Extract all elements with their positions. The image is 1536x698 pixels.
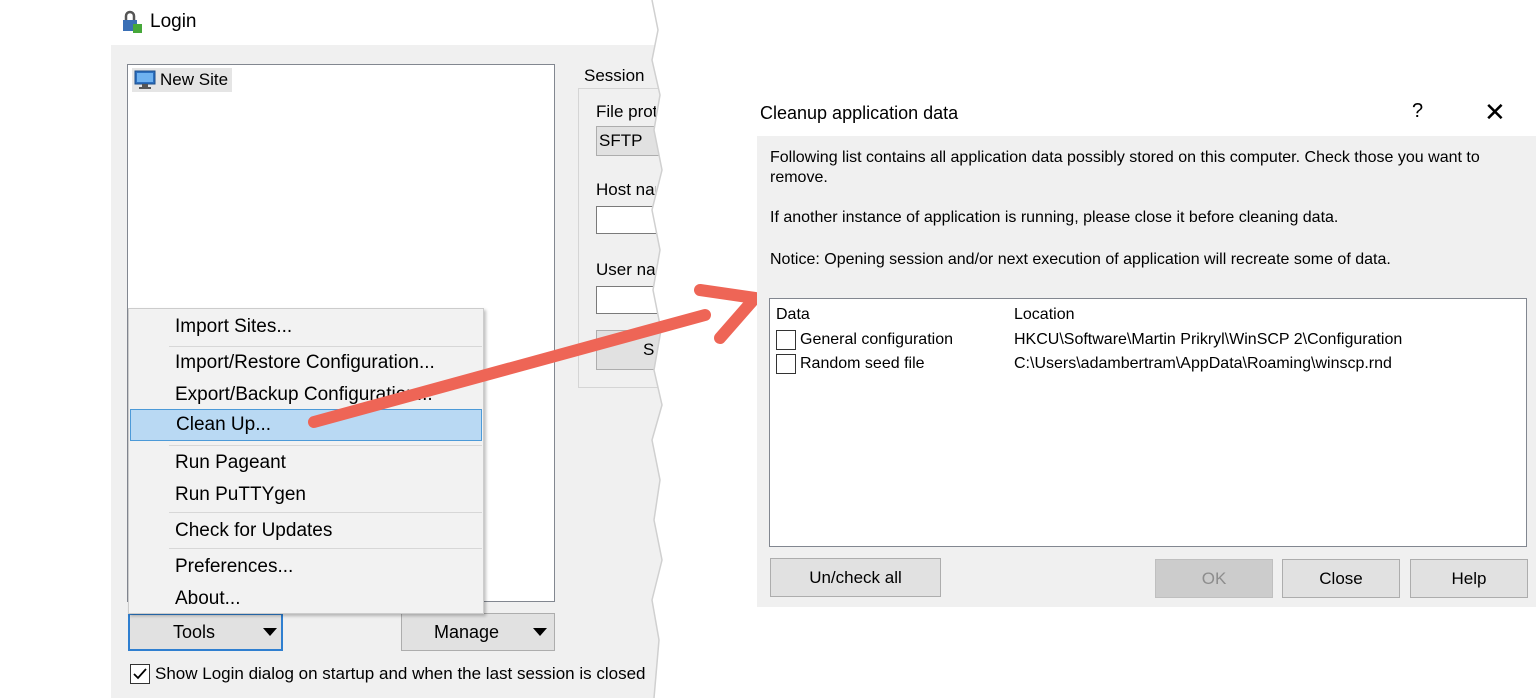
login-title-text: Login (150, 11, 197, 32)
startup-checkbox-label[interactable]: Show Login dialog on startup and when th… (155, 664, 645, 684)
menu-item-about[interactable]: About... (130, 583, 482, 615)
close-icon[interactable]: ✕ (1484, 97, 1506, 128)
monitor-icon (134, 70, 156, 89)
menu-item-label: Clean Up... (176, 414, 272, 435)
cleanup-notice: Notice: Opening session and/or next exec… (770, 251, 1391, 268)
column-header-data[interactable]: Data (776, 306, 810, 324)
site-label: New Site (160, 70, 229, 89)
row-location: HKCU\Software\Martin Prikryl\WinSCP 2\Co… (1014, 331, 1403, 348)
login-window-title: Login (120, 8, 197, 36)
menu-item-label: Run Pageant (175, 452, 286, 473)
button-label: OK (1201, 568, 1227, 588)
startup-checkbox[interactable] (130, 664, 150, 684)
menu-separator (169, 512, 482, 513)
row-checkbox-random-seed-file[interactable] (776, 354, 796, 374)
checkmark-icon (133, 668, 147, 680)
manage-button[interactable]: Manage (401, 613, 555, 651)
menu-item-label: Preferences... (175, 556, 294, 577)
help-button[interactable]: Help (1410, 559, 1528, 598)
menu-item-label: Check for Updates (175, 520, 333, 541)
winscp-lock-icon (123, 10, 142, 33)
manage-button-label: Manage (434, 621, 500, 642)
tools-button[interactable]: Tools (128, 613, 283, 651)
ok-button[interactable]: OK (1155, 559, 1273, 598)
menu-item-label: About... (175, 588, 241, 609)
dropdown-caret-icon (533, 628, 547, 636)
cleanup-description: Following list contains all application … (770, 149, 1480, 186)
menu-item-check-for-updates[interactable]: Check for Updates (130, 515, 482, 547)
menu-item-run-pageant[interactable]: Run Pageant (130, 447, 482, 479)
menu-item-label: Run PuTTYgen (175, 484, 306, 505)
tools-button-label: Tools (173, 621, 216, 642)
row-checkbox-general-configuration[interactable] (776, 330, 796, 350)
file-protocol-value: SFTP (599, 131, 643, 150)
row-data-general-configuration[interactable]: General configuration (800, 331, 953, 349)
menu-item-label: Import Sites... (175, 316, 293, 337)
button-label: Un/check all (809, 567, 902, 587)
close-button[interactable]: Close (1282, 559, 1400, 598)
cleanup-dialog-title: Cleanup application data (760, 103, 959, 123)
annotation-arrow (308, 284, 761, 428)
menu-separator (169, 548, 482, 549)
menu-item-run-puttygen[interactable]: Run PuTTYgen (130, 479, 482, 511)
row-location: C:\Users\adambertram\AppData\Roaming\win… (1014, 355, 1392, 372)
menu-separator (169, 445, 482, 446)
uncheck-all-button[interactable]: Un/check all (770, 558, 941, 597)
site-tree-item-new-site[interactable]: New Site (132, 68, 233, 92)
column-header-location[interactable]: Location (1014, 306, 1075, 324)
dropdown-caret-icon (263, 628, 277, 636)
button-label: Help (1451, 568, 1487, 588)
row-data-random-seed-file[interactable]: Random seed file (800, 355, 925, 373)
cleanup-warning: If another instance of application is ru… (770, 209, 1339, 226)
menu-item-preferences[interactable]: Preferences... (130, 551, 482, 583)
button-label: Close (1319, 568, 1363, 588)
help-icon[interactable]: ? (1412, 100, 1423, 123)
